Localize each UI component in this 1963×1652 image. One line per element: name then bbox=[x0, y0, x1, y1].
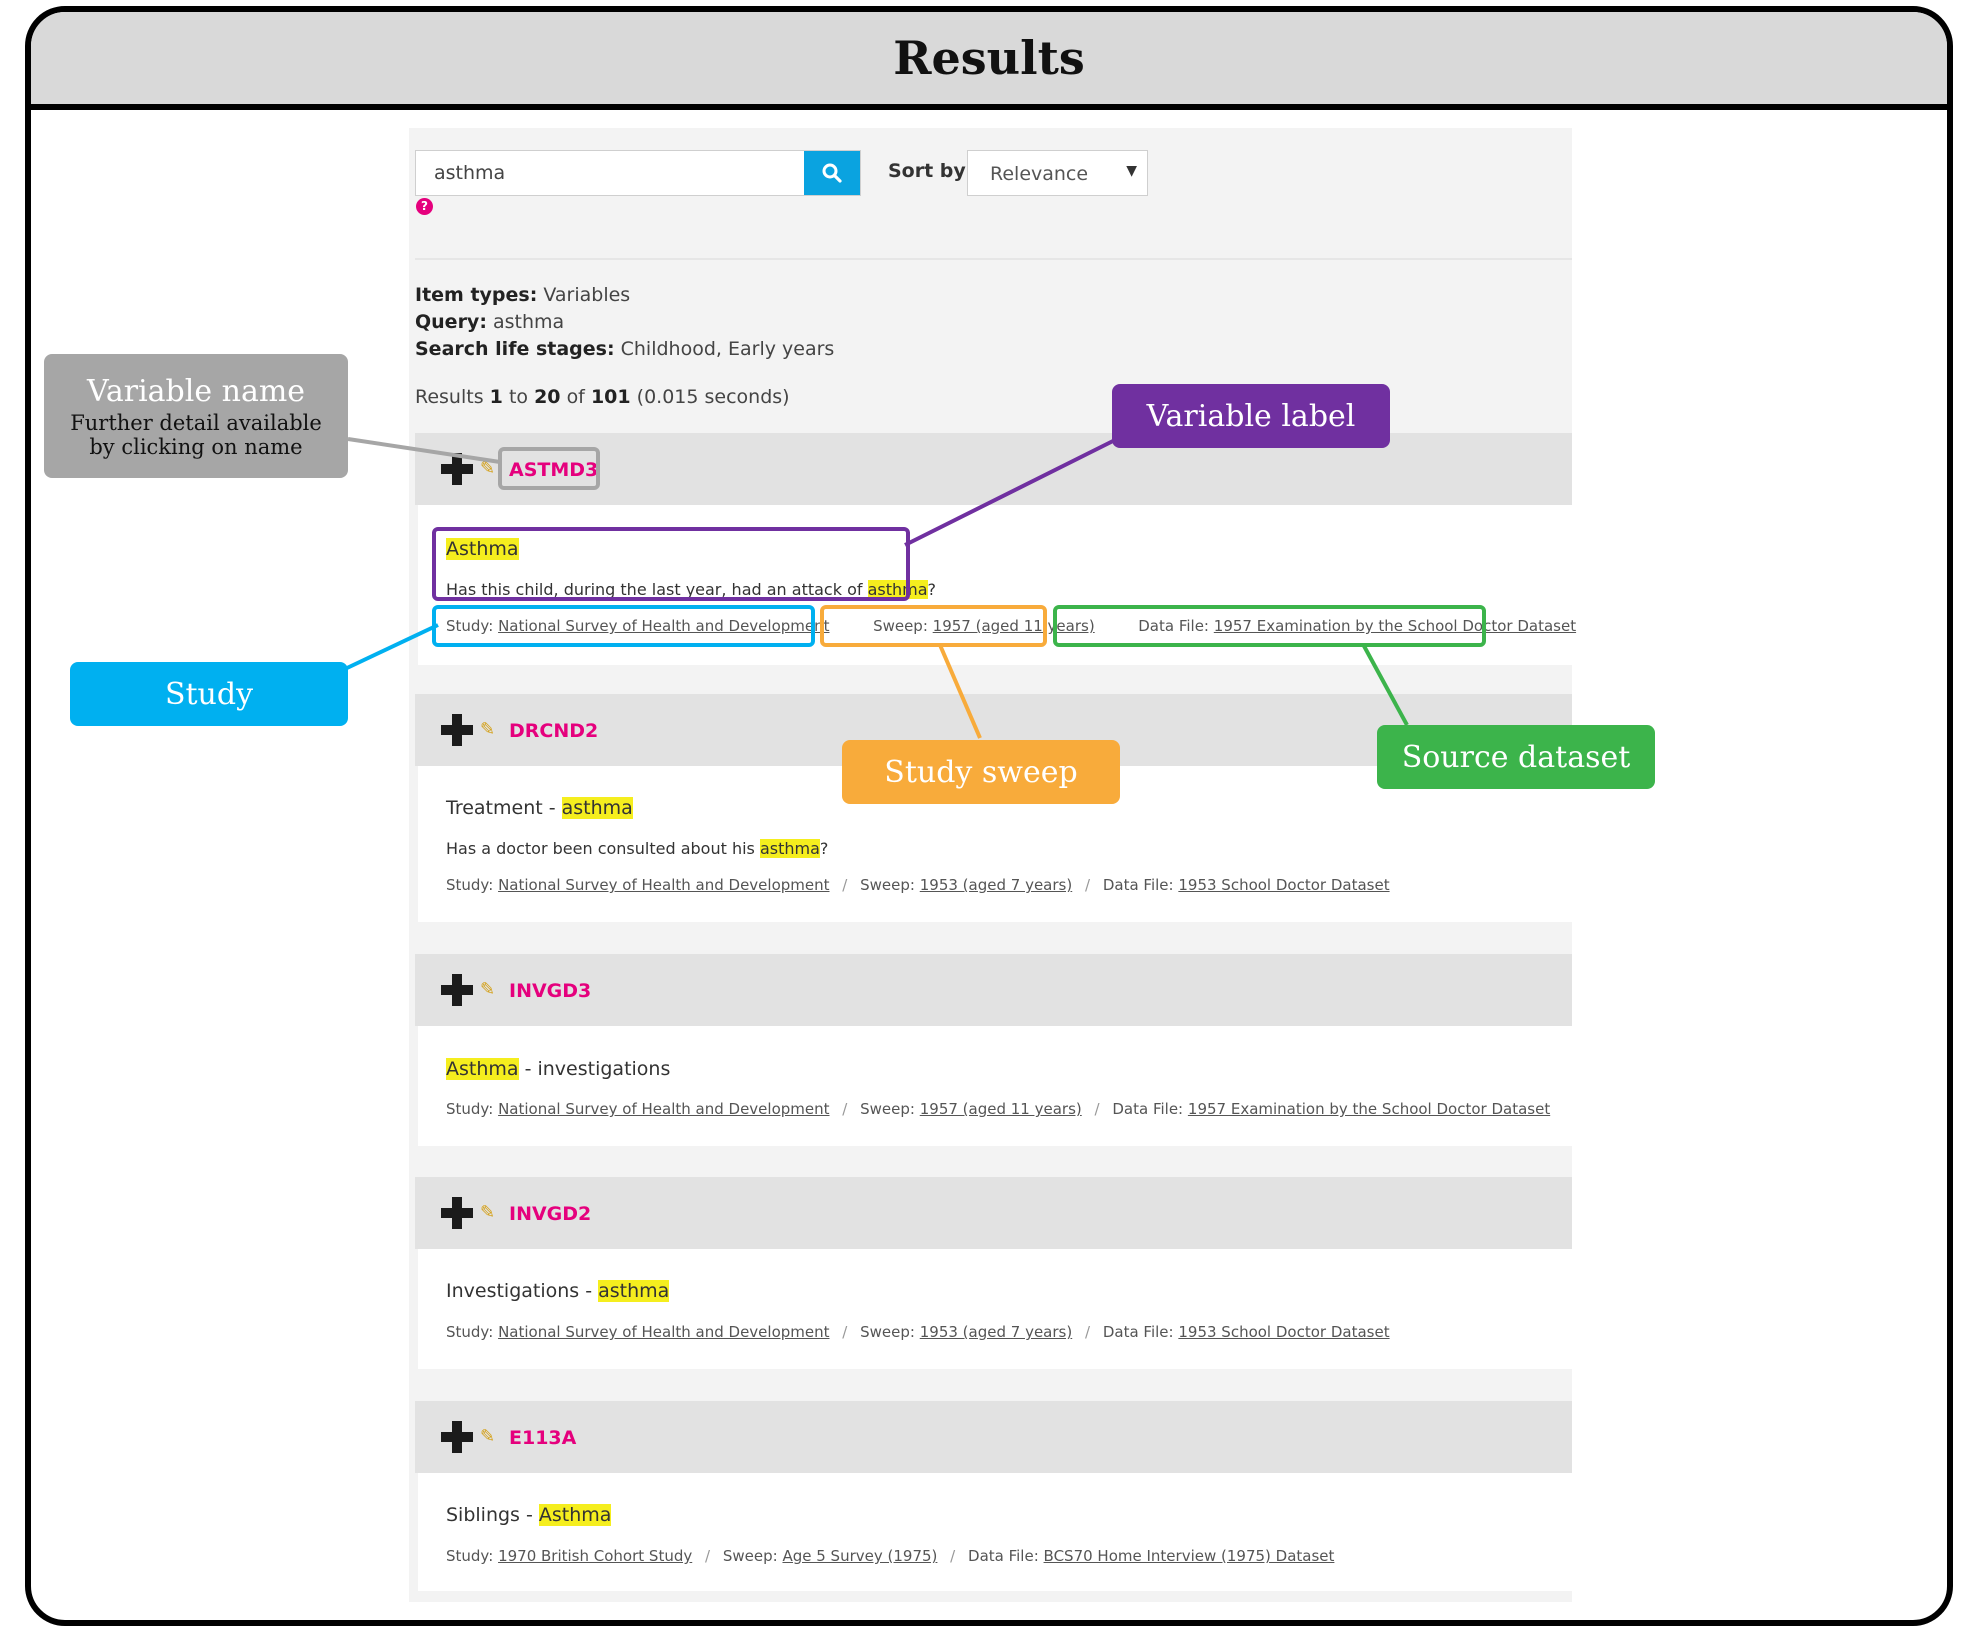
study-callout: Study bbox=[70, 662, 348, 726]
result-meta: Study: National Survey of Health and Dev… bbox=[446, 876, 1390, 894]
variable-label: Treatment - asthma bbox=[446, 797, 633, 819]
variable-name-link[interactable]: DRCND2 bbox=[509, 720, 598, 742]
divider bbox=[415, 258, 1572, 260]
plus-icon[interactable] bbox=[441, 974, 473, 1006]
variable-name-highlight bbox=[498, 447, 600, 490]
variable-name-callout: Variable name Further detail available b… bbox=[44, 354, 348, 478]
datafile-link[interactable]: BCS70 Home Interview (1975) Dataset bbox=[1044, 1547, 1335, 1565]
sweep-highlight bbox=[820, 605, 1047, 647]
result-body bbox=[418, 1026, 1572, 1146]
plus-icon[interactable] bbox=[441, 1421, 473, 1453]
tool-icon[interactable]: ✎ bbox=[480, 1202, 495, 1223]
plus-icon[interactable] bbox=[441, 714, 473, 746]
result-meta: Study: National Survey of Health and Dev… bbox=[446, 1323, 1390, 1341]
tool-icon[interactable]: ✎ bbox=[480, 1426, 495, 1447]
variable-question: Has a doctor been consulted about his as… bbox=[446, 839, 829, 858]
variable-name-link[interactable]: INVGD2 bbox=[509, 1203, 591, 1225]
help-icon[interactable]: ? bbox=[416, 198, 433, 215]
life-stages-line: Search life stages: Childhood, Early yea… bbox=[415, 338, 835, 360]
result-meta: Study: National Survey of Health and Dev… bbox=[446, 1100, 1551, 1118]
variable-label: Siblings - Asthma bbox=[446, 1504, 612, 1526]
sort-select[interactable]: Relevance ▼ bbox=[967, 150, 1148, 196]
item-types-line: Item types: Variables bbox=[415, 284, 631, 306]
variable-name-link[interactable]: INVGD3 bbox=[509, 980, 591, 1002]
search-icon bbox=[822, 163, 842, 183]
sort-label: Sort by: bbox=[888, 160, 974, 182]
study-sweep-callout: Study sweep bbox=[842, 740, 1120, 804]
tool-icon[interactable]: ✎ bbox=[480, 458, 495, 479]
search-button[interactable] bbox=[804, 151, 860, 195]
frame-header: Results bbox=[31, 12, 1947, 110]
variable-label-callout: Variable label bbox=[1112, 384, 1390, 448]
variable-label: Asthma - investigations bbox=[446, 1058, 671, 1080]
result-body bbox=[418, 1249, 1572, 1369]
plus-icon[interactable] bbox=[441, 453, 473, 485]
query-line: Query: asthma bbox=[415, 311, 565, 333]
variable-label: Investigations - asthma bbox=[446, 1280, 670, 1302]
sweep-link[interactable]: 1953 (aged 7 years) bbox=[920, 1323, 1072, 1341]
dropdown-arrow-icon: ▼ bbox=[1126, 163, 1137, 179]
study-link[interactable]: National Survey of Health and Developmen… bbox=[498, 1100, 829, 1118]
result-meta: Study: 1970 British Cohort Study / Sweep… bbox=[446, 1547, 1335, 1565]
frame-title: Results bbox=[893, 31, 1085, 85]
study-link[interactable]: National Survey of Health and Developmen… bbox=[498, 876, 829, 894]
results-count: Results 1 to 20 of 101 (0.015 seconds) bbox=[415, 386, 790, 408]
result-body bbox=[418, 1473, 1572, 1591]
result-header bbox=[415, 1401, 1572, 1473]
tool-icon[interactable]: ✎ bbox=[480, 719, 495, 740]
study-highlight bbox=[432, 605, 815, 647]
datafile-highlight bbox=[1053, 605, 1486, 647]
plus-icon[interactable] bbox=[441, 1197, 473, 1229]
source-dataset-callout: Source dataset bbox=[1377, 725, 1655, 789]
variable-name-link[interactable]: E113A bbox=[509, 1427, 576, 1449]
sweep-link[interactable]: 1957 (aged 11 years) bbox=[920, 1100, 1082, 1118]
sweep-link[interactable]: Age 5 Survey (1975) bbox=[782, 1547, 937, 1565]
variable-label-highlight bbox=[432, 527, 910, 601]
datafile-link[interactable]: 1953 School Doctor Dataset bbox=[1178, 876, 1389, 894]
sweep-link[interactable]: 1953 (aged 7 years) bbox=[920, 876, 1072, 894]
datafile-link[interactable]: 1957 Examination by the School Doctor Da… bbox=[1188, 1100, 1550, 1118]
search-input[interactable] bbox=[416, 151, 804, 195]
study-link[interactable]: 1970 British Cohort Study bbox=[498, 1547, 692, 1565]
tool-icon[interactable]: ✎ bbox=[480, 979, 495, 1000]
search-box bbox=[415, 150, 861, 196]
study-link[interactable]: National Survey of Health and Developmen… bbox=[498, 1323, 829, 1341]
sort-value: Relevance bbox=[990, 163, 1089, 185]
datafile-link[interactable]: 1953 School Doctor Dataset bbox=[1178, 1323, 1389, 1341]
